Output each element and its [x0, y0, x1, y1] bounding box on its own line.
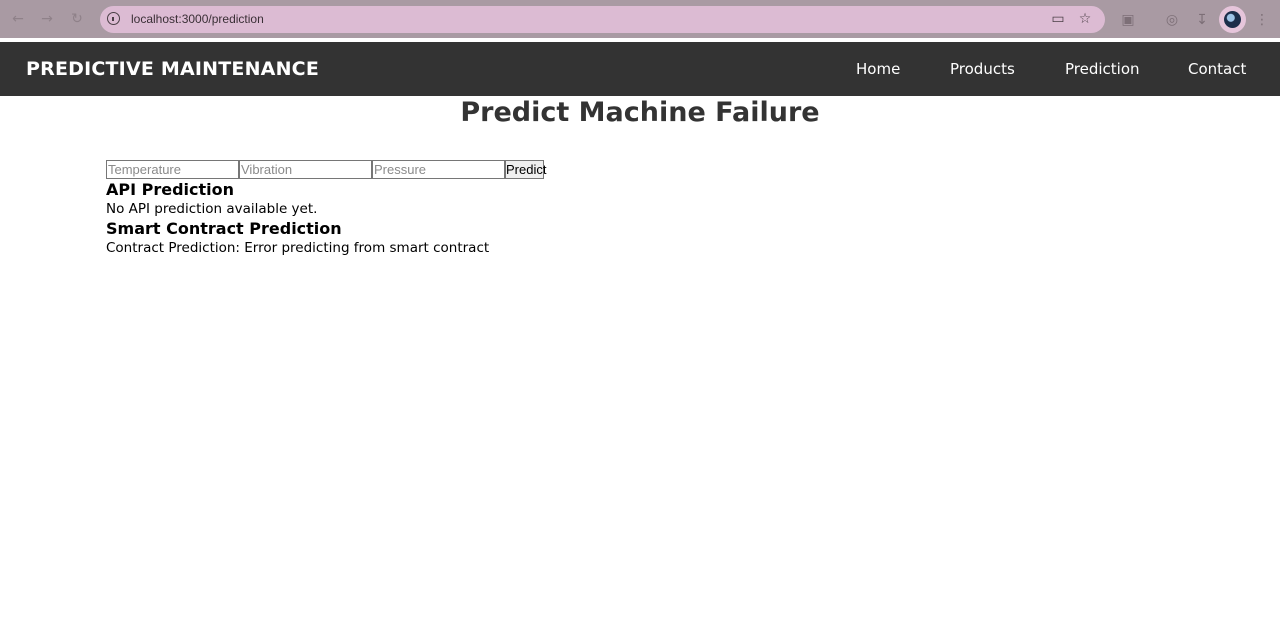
- nav-link-products[interactable]: Products: [950, 60, 1015, 78]
- star-icon[interactable]: ☆: [1077, 11, 1093, 27]
- pressure-input[interactable]: [372, 160, 505, 179]
- address-url[interactable]: localhost:3000/prediction: [131, 12, 264, 26]
- api-prediction-heading: API Prediction: [106, 180, 235, 199]
- nav-link-prediction[interactable]: Prediction: [1065, 60, 1140, 78]
- avatar[interactable]: [1219, 6, 1246, 33]
- reload-icon[interactable]: ↻: [68, 10, 86, 28]
- download-icon[interactable]: ↧: [1193, 11, 1211, 29]
- vibration-input[interactable]: [239, 160, 372, 179]
- install-app-icon[interactable]: ▭: [1050, 11, 1066, 27]
- page-title: Predict Machine Failure: [460, 97, 820, 128]
- toolbar-divider: [0, 38, 1280, 41]
- puzzle-icon[interactable]: ▣: [1119, 11, 1137, 29]
- nav-link-home[interactable]: Home: [856, 60, 900, 78]
- arrow-right-icon[interactable]: →: [38, 10, 56, 28]
- predict-button[interactable]: Predict: [505, 160, 546, 179]
- menu-icon[interactable]: ⋮: [1253, 11, 1271, 29]
- contract-prediction-heading: Smart Contract Prediction: [106, 219, 342, 238]
- nav-link-contact[interactable]: Contact: [1188, 60, 1246, 78]
- media-icon[interactable]: ◎: [1163, 11, 1181, 29]
- contract-prediction-text: Contract Prediction: Error predicting fr…: [106, 240, 490, 256]
- info-icon[interactable]: [107, 12, 120, 25]
- temperature-input[interactable]: [106, 160, 239, 179]
- api-prediction-text: No API prediction available yet.: [106, 201, 318, 217]
- arrow-left-icon[interactable]: ←: [9, 10, 27, 28]
- navbar: PREDICTIVE MAINTENANCE Home Products Pre…: [0, 42, 1280, 96]
- brand-logo[interactable]: PREDICTIVE MAINTENANCE: [26, 58, 319, 80]
